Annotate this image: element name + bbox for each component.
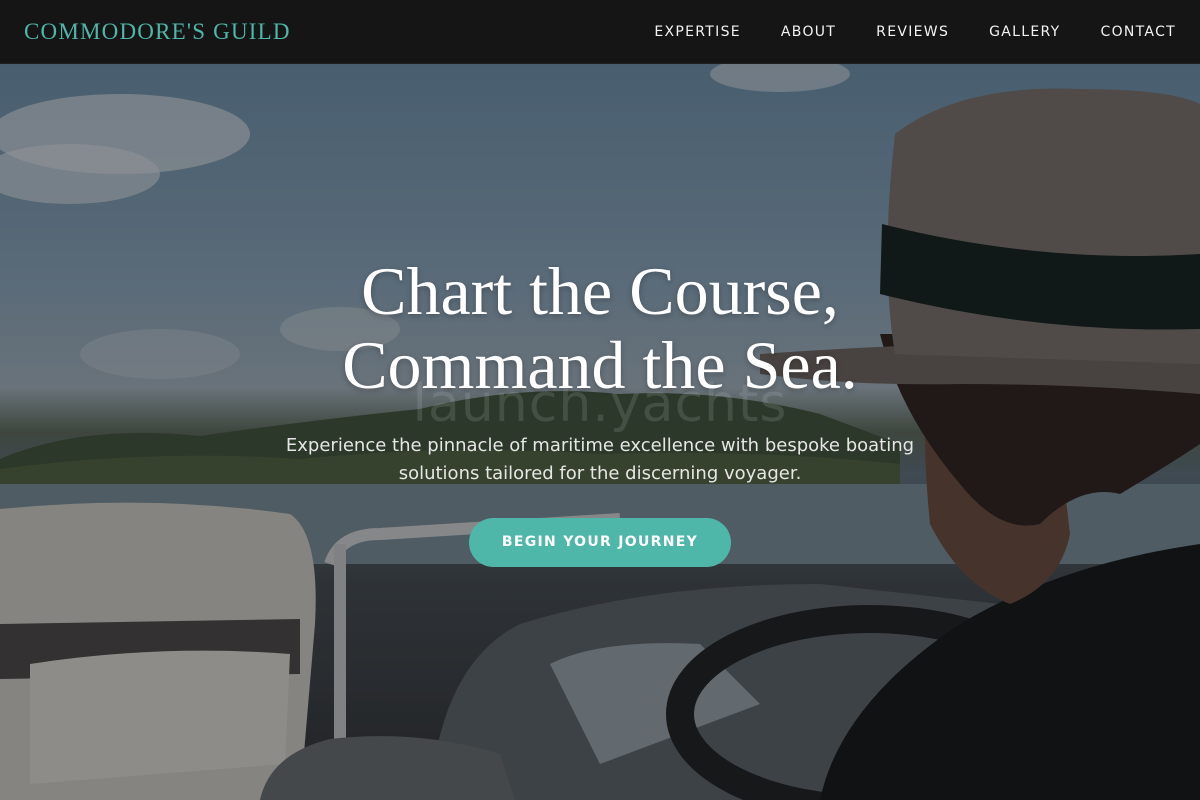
brand-logo-link[interactable]: COMMODORE'S GUILD bbox=[24, 19, 291, 45]
nav-link-gallery[interactable]: GALLERY bbox=[989, 24, 1060, 40]
nav-item-expertise: EXPERTISE bbox=[654, 23, 741, 41]
hero-content: Chart the Course, Command the Sea. Exper… bbox=[0, 254, 1200, 567]
nav-item-gallery: GALLERY bbox=[989, 23, 1060, 41]
nav-link-reviews[interactable]: REVIEWS bbox=[876, 24, 949, 40]
hero-title-line-1: Chart the Course, bbox=[361, 253, 839, 329]
top-navbar: COMMODORE'S GUILD EXPERTISE ABOUT REVIEW… bbox=[0, 0, 1200, 64]
hero-title: Chart the Course, Command the Sea. bbox=[0, 254, 1200, 402]
nav-link-contact[interactable]: CONTACT bbox=[1101, 24, 1177, 40]
hero-title-line-2: Command the Sea. bbox=[342, 327, 858, 403]
nav-link-expertise[interactable]: EXPERTISE bbox=[654, 24, 741, 40]
nav-link-about[interactable]: ABOUT bbox=[781, 24, 836, 40]
begin-journey-button[interactable]: BEGIN YOUR JOURNEY bbox=[469, 518, 731, 567]
hero-section: launch.yachts Chart the Course, Command … bbox=[0, 64, 1200, 800]
nav-item-about: ABOUT bbox=[781, 23, 836, 41]
nav-item-reviews: REVIEWS bbox=[876, 23, 949, 41]
nav-menu: EXPERTISE ABOUT REVIEWS GALLERY CONTACT bbox=[654, 23, 1176, 41]
hero-subtitle: Experience the pinnacle of maritime exce… bbox=[285, 435, 915, 484]
nav-item-contact: CONTACT bbox=[1101, 23, 1177, 41]
